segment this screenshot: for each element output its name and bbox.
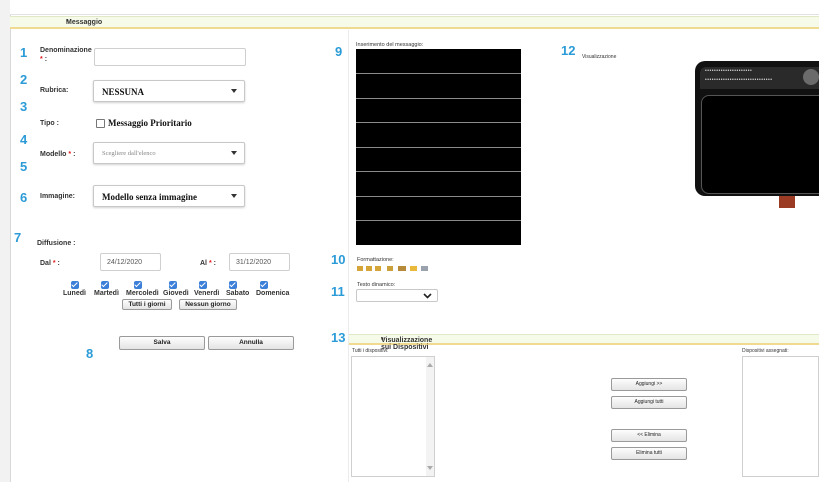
day-label-sabato: Sabato (226, 290, 250, 297)
day-checkbox-sabato[interactable] (229, 281, 237, 289)
editor-row-divider (356, 147, 521, 148)
device-screen (701, 95, 819, 194)
step-number-1: 1 (20, 45, 28, 60)
device-mount (779, 196, 795, 208)
step-number-11: 11 (331, 284, 345, 299)
al-label: Al * : (200, 260, 216, 267)
dispositivi-assegnati-label: Dispositivi assegnati: (742, 348, 789, 354)
editor-row-divider (356, 73, 521, 74)
editor-row-divider (356, 122, 521, 123)
elimina-tutti-button[interactable]: Elimina tutti (611, 447, 687, 460)
column-divider (348, 30, 349, 482)
aggiungi-button[interactable]: Aggiungi >> (611, 378, 687, 391)
testo-dinamico-select[interactable] (356, 289, 438, 302)
scroll-down-icon[interactable] (427, 466, 433, 470)
immagine-label: Immagine: (40, 193, 76, 200)
led-display-device: ••••••••••••••••••••• ••••••••••••••••••… (695, 61, 819, 196)
step-number-5: 5 (20, 159, 28, 174)
font-size-icon[interactable] (387, 266, 393, 271)
step-number-13: 13 (331, 330, 346, 345)
inserimento-label: Inserimento del messaggio: (356, 42, 424, 48)
day-checkbox-mercoledi[interactable] (134, 281, 142, 289)
image-icon[interactable] (398, 266, 406, 271)
day-checkbox-domenica[interactable] (260, 281, 268, 289)
device-sensor (803, 69, 819, 85)
chevron-down-icon (231, 89, 237, 93)
chevron-down-icon (231, 194, 237, 198)
step-number-4: 4 (20, 132, 28, 147)
print-icon[interactable] (421, 266, 428, 271)
tutti-dispositivi-label: Tutti i dispositivi: (352, 348, 389, 354)
day-checkbox-martedi[interactable] (101, 281, 109, 289)
salva-button[interactable]: Salva (119, 336, 205, 350)
list-scrollbar[interactable] (426, 357, 434, 476)
day-label-venerdi: Venerdì (194, 290, 220, 297)
section-header-dispositivi: Visualizzazione sui Dispositivi * (349, 334, 819, 351)
section-header-messaggio: Messaggio * (10, 16, 819, 29)
day-checkbox-giovedi[interactable] (169, 281, 177, 289)
modello-label: Modello * : (40, 151, 76, 158)
dal-label: Dal * : (40, 260, 60, 267)
annulla-button[interactable]: Annulla (208, 336, 294, 350)
top-bar (10, 0, 819, 15)
tutti-i-giorni-button[interactable]: Tutti i giorni (122, 299, 172, 310)
step-number-9: 9 (335, 44, 343, 59)
led-dots-top: ••••••••••••••••••••• (705, 68, 753, 74)
step-number-8: 8 (86, 346, 94, 361)
testo-dinamico-label: Testo dinamico: (357, 282, 396, 288)
message-editor[interactable] (356, 49, 521, 245)
tipo-label: Tipo : (40, 120, 59, 127)
elimina-button[interactable]: << Elimina (611, 429, 687, 442)
visualizzazione-label: Visualizzazione (582, 54, 617, 60)
led-dots-bottom: •••••••••••••••••••••••••••••• (705, 77, 773, 83)
color-icon[interactable] (410, 266, 417, 271)
day-checkbox-venerdi[interactable] (199, 281, 207, 289)
scroll-up-icon[interactable] (427, 363, 433, 367)
chevron-down-icon (423, 293, 432, 299)
immagine-selected-value: Modello senza immagine (102, 192, 197, 202)
step-number-6: 6 (20, 190, 28, 205)
messaggio-prioritario-checkbox[interactable] (96, 119, 105, 128)
dal-date-input[interactable]: 24/12/2020 (100, 253, 161, 271)
modello-select[interactable]: Scegliere dall'elenco (93, 142, 245, 164)
day-label-domenica: Domenica (256, 290, 290, 297)
align-right-icon[interactable] (375, 266, 381, 271)
editor-row-divider (356, 196, 521, 197)
denominazione-input[interactable] (94, 48, 246, 66)
diffusione-label: Diffusione : (37, 240, 76, 247)
day-label-mercoledi: Mercoledì (126, 290, 159, 297)
window-left-edge (0, 0, 11, 482)
al-date-input[interactable]: 31/12/2020 (229, 253, 290, 271)
messaggio-prioritario-label: Messaggio Prioritario (108, 118, 192, 128)
formattazione-label: Formattazione: (357, 257, 394, 263)
editor-row-divider (356, 98, 521, 99)
rubrica-label: Rubrica: (40, 87, 69, 94)
step-number-2: 2 (20, 72, 28, 87)
align-center-icon[interactable] (366, 266, 372, 271)
modello-placeholder: Scegliere dall'elenco (102, 150, 156, 157)
step-number-12: 12 (561, 43, 576, 58)
day-label-martedi: Martedì (94, 290, 119, 297)
editor-row-divider (356, 171, 521, 172)
step-number-10: 10 (331, 252, 346, 267)
step-number-3: 3 (20, 99, 28, 114)
nessun-giorno-button[interactable]: Nessun giorno (179, 299, 237, 310)
day-label-giovedi: Giovedì (163, 290, 189, 297)
dispositivi-assegnati-list[interactable] (742, 356, 819, 477)
denominazione-label: Denominazione (40, 47, 92, 54)
step-number-7: 7 (14, 230, 22, 245)
day-label-lunedi: Lunedì (63, 290, 86, 297)
day-checkbox-lunedi[interactable] (71, 281, 79, 289)
align-left-icon[interactable] (357, 266, 363, 271)
editor-row-divider (356, 220, 521, 221)
denominazione-label-suffix: * : (40, 56, 48, 63)
chevron-down-icon (231, 151, 237, 155)
aggiungi-tutti-button[interactable]: Aggiungi tutti (611, 396, 687, 409)
tutti-dispositivi-list[interactable] (351, 356, 435, 477)
rubrica-select[interactable]: NESSUNA (93, 80, 245, 102)
rubrica-selected-value: NESSUNA (102, 87, 145, 97)
immagine-select[interactable]: Modello senza immagine (93, 185, 245, 207)
